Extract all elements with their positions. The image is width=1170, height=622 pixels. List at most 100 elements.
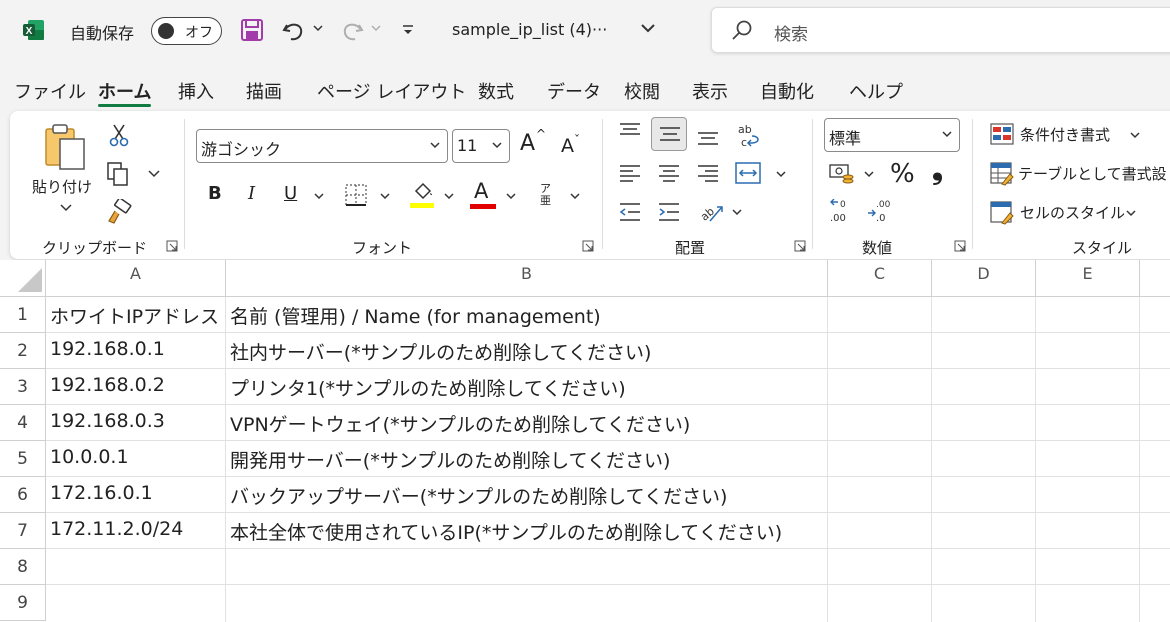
- orientation-dropdown-icon[interactable]: [732, 207, 742, 217]
- tab-draw[interactable]: 描画: [246, 78, 282, 104]
- cell-a3[interactable]: 192.168.0.2: [50, 374, 224, 396]
- increase-decimal-icon[interactable]: 0 .00: [828, 199, 856, 225]
- accounting-dropdown-icon[interactable]: [864, 169, 874, 179]
- format-painter-icon[interactable]: [106, 199, 132, 225]
- conditional-formatting-icon[interactable]: [990, 123, 1014, 145]
- cell-a2[interactable]: 192.168.0.1: [50, 338, 224, 360]
- increase-indent-icon[interactable]: [657, 201, 681, 223]
- cell-b6[interactable]: バックアップサーバー(*サンプルのため削除してください): [230, 482, 727, 509]
- decrease-indent-icon[interactable]: [618, 201, 642, 223]
- tab-page-layout[interactable]: ページ レイアウト: [317, 78, 466, 104]
- percent-style-button[interactable]: %: [890, 159, 915, 189]
- column-header-a[interactable]: A: [46, 260, 226, 297]
- customize-quick-access-icon[interactable]: [400, 22, 416, 38]
- orientation-icon[interactable]: ab: [698, 199, 724, 225]
- autosave-toggle[interactable]: オフ: [151, 17, 222, 45]
- copy-icon[interactable]: [106, 161, 130, 187]
- cell-b4[interactable]: VPNゲートウェイ(*サンプルのため削除してください): [230, 410, 690, 437]
- paste-icon[interactable]: [44, 123, 88, 171]
- number-format-select[interactable]: 標準: [824, 118, 960, 152]
- row-header[interactable]: 3: [0, 369, 46, 405]
- phonetic-dropdown-icon[interactable]: [570, 191, 580, 201]
- filename[interactable]: sample_ip_list (4)···: [452, 20, 607, 39]
- cell-a1[interactable]: ホワイトIPアドレス: [50, 302, 224, 329]
- save-icon[interactable]: [239, 17, 265, 43]
- wrap-text-icon[interactable]: ab c: [736, 121, 762, 149]
- align-right-icon[interactable]: [696, 163, 720, 183]
- worksheet-grid[interactable]: A B C D E 1 2 3 4 5 6 7 8 9 ホワイトIPアドレス 名…: [0, 260, 1170, 622]
- chevron-down-icon[interactable]: [640, 20, 656, 36]
- cell-styles-icon[interactable]: [990, 201, 1014, 225]
- row-header[interactable]: 7: [0, 513, 46, 549]
- font-size-select[interactable]: 11: [452, 129, 510, 163]
- cell-styles-label[interactable]: セルのスタイル: [1020, 202, 1125, 223]
- cell-a5[interactable]: 10.0.0.1: [50, 446, 224, 468]
- column-header-c[interactable]: C: [828, 260, 932, 297]
- select-all-button[interactable]: [0, 260, 46, 297]
- cell-a6[interactable]: 172.16.0.1: [50, 482, 224, 504]
- tab-data[interactable]: データ: [547, 78, 601, 104]
- clipboard-launcher-icon[interactable]: [166, 240, 178, 252]
- number-launcher-icon[interactable]: [954, 240, 966, 252]
- tab-help[interactable]: ヘルプ: [849, 78, 903, 104]
- tab-view[interactable]: 表示: [692, 78, 728, 104]
- align-top-icon[interactable]: [618, 121, 642, 141]
- format-as-table-icon[interactable]: [990, 162, 1014, 186]
- row-header[interactable]: 2: [0, 333, 46, 369]
- borders-icon[interactable]: [344, 183, 368, 207]
- row-header[interactable]: 8: [0, 549, 46, 585]
- font-name-select[interactable]: 游ゴシック: [196, 129, 448, 163]
- row-header[interactable]: 4: [0, 405, 46, 441]
- column-header-b[interactable]: B: [226, 260, 828, 297]
- redo-icon[interactable]: [339, 17, 365, 43]
- comma-style-button[interactable]: ❟: [932, 153, 943, 187]
- tab-insert[interactable]: 挿入: [178, 78, 214, 104]
- cell-b7[interactable]: 本社全体で使用されているIP(*サンプルのため削除してください): [230, 518, 782, 545]
- tab-home[interactable]: ホーム: [98, 78, 151, 104]
- font-launcher-icon[interactable]: [582, 240, 594, 252]
- conditional-dropdown-icon[interactable]: [1130, 130, 1140, 140]
- shrink-font-button[interactable]: A: [561, 135, 574, 157]
- undo-icon[interactable]: [281, 17, 307, 43]
- row-header[interactable]: 6: [0, 477, 46, 513]
- cell-b5[interactable]: 開発用サーバー(*サンプルのため削除してください): [230, 446, 670, 473]
- format-as-table-label[interactable]: テーブルとして書式設: [1018, 163, 1167, 184]
- cut-icon[interactable]: [108, 123, 130, 147]
- paste-dropdown-icon[interactable]: [60, 203, 72, 213]
- phonetic-guide-button[interactable]: ア亜: [540, 183, 554, 207]
- grow-font-button[interactable]: A: [520, 131, 535, 156]
- undo-dropdown-icon[interactable]: [313, 23, 323, 33]
- row-header[interactable]: 1: [0, 297, 46, 333]
- column-header-d[interactable]: D: [932, 260, 1036, 297]
- font-color-dropdown-icon[interactable]: [506, 191, 516, 201]
- align-center-icon[interactable]: [657, 163, 681, 183]
- tab-automate[interactable]: 自動化: [760, 78, 814, 104]
- paste-label[interactable]: 貼り付け: [32, 176, 92, 197]
- tab-formulas[interactable]: 数式: [478, 78, 514, 104]
- merge-center-icon[interactable]: [734, 161, 762, 185]
- fill-color-dropdown-icon[interactable]: [444, 191, 454, 201]
- fill-color-icon[interactable]: [410, 181, 436, 209]
- align-middle-button[interactable]: [651, 117, 687, 151]
- decrease-decimal-icon[interactable]: .00 .0: [866, 199, 894, 225]
- tab-file[interactable]: ファイル: [14, 78, 86, 104]
- column-header-f[interactable]: [1140, 260, 1170, 297]
- row-header[interactable]: 9: [0, 585, 46, 621]
- font-color-button[interactable]: A: [474, 179, 488, 203]
- merge-dropdown-icon[interactable]: [776, 169, 786, 179]
- copy-dropdown-icon[interactable]: [148, 169, 160, 179]
- align-bottom-icon[interactable]: [696, 127, 720, 147]
- accounting-format-icon[interactable]: [828, 163, 856, 187]
- cell-styles-dropdown-icon[interactable]: [1126, 208, 1136, 218]
- cell-b2[interactable]: 社内サーバー(*サンプルのため削除してください): [230, 338, 651, 365]
- underline-dropdown-icon[interactable]: [314, 191, 324, 201]
- row-header[interactable]: 5: [0, 441, 46, 477]
- search-box[interactable]: 検索: [711, 7, 1170, 53]
- bold-button[interactable]: B: [208, 183, 222, 204]
- conditional-formatting-label[interactable]: 条件付き書式: [1020, 124, 1110, 145]
- cell-b3[interactable]: プリンタ1(*サンプルのため削除してください): [230, 374, 626, 401]
- tab-review[interactable]: 校閲: [624, 78, 660, 104]
- align-left-icon[interactable]: [618, 163, 642, 183]
- italic-button[interactable]: I: [248, 183, 255, 204]
- underline-button[interactable]: U: [284, 183, 297, 204]
